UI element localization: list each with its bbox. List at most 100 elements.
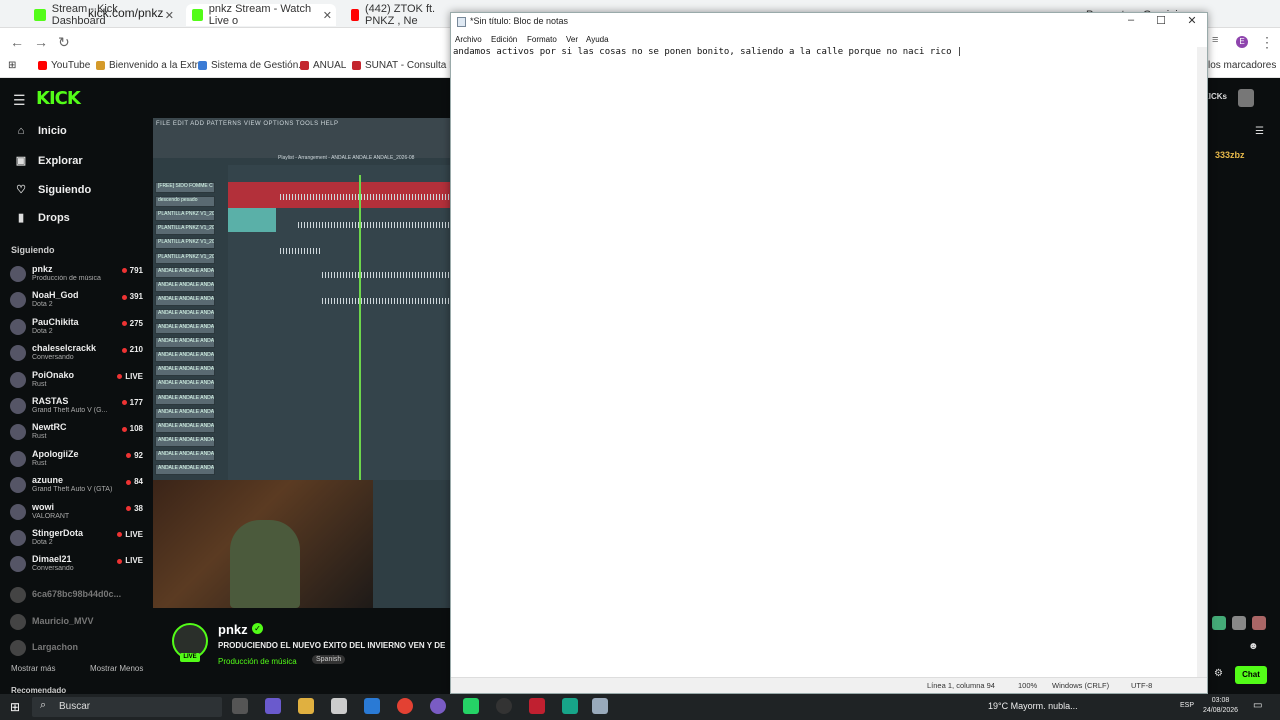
bookmarks-folder[interactable]: los marcadores xyxy=(1208,60,1276,71)
reload-icon[interactable]: ↻ xyxy=(58,34,70,51)
fl-playhead xyxy=(359,175,361,480)
kick-favicon-icon xyxy=(192,9,203,21)
close-tab-icon[interactable]: ✕ xyxy=(165,9,174,22)
menu-edicion[interactable]: Edición xyxy=(491,35,517,44)
file-explorer-icon[interactable] xyxy=(298,698,314,714)
drops-icon: ▮ xyxy=(17,212,25,224)
show-less-link[interactable]: Mostrar Menos xyxy=(90,664,143,673)
following-channel[interactable]: ApologiiZe Rust 92 xyxy=(10,447,145,473)
following-channel[interactable]: NoaH_God Dota 2 391 xyxy=(10,288,145,314)
menu-ver[interactable]: Ver xyxy=(566,35,578,44)
store-icon[interactable] xyxy=(331,698,347,714)
nav-explorar[interactable]: ▣ Explorar xyxy=(14,154,83,168)
obs-icon[interactable] xyxy=(496,698,512,714)
notepad-taskbar-icon[interactable] xyxy=(592,698,608,714)
following-channel[interactable]: NewtRC Rust 108 xyxy=(10,420,145,446)
bookmark-gestion[interactable]: Sistema de Gestión... xyxy=(198,60,307,71)
emoji-icon[interactable]: ☻ xyxy=(1248,641,1259,652)
notepad-text-area[interactable]: andamos activos por si las cosas no se p… xyxy=(453,47,962,57)
nav-inicio[interactable]: ⌂ Inicio xyxy=(14,125,67,137)
emote-icon[interactable] xyxy=(1232,616,1246,630)
app-icon[interactable] xyxy=(562,698,578,714)
bookmark-anual[interactable]: ANUAL xyxy=(300,60,346,71)
waveform xyxy=(322,298,450,304)
apps-icon[interactable]: ⊞ xyxy=(8,60,16,71)
language-tag[interactable]: Spanish xyxy=(312,655,346,664)
language-indicator[interactable]: ESP xyxy=(1180,702,1194,709)
waveform xyxy=(322,272,450,278)
windows-start-icon[interactable]: ⊞ xyxy=(10,700,20,714)
channel-name: ApologiiZe xyxy=(32,448,79,459)
following-channel[interactable]: chaleselcrackk Conversando 210 xyxy=(10,341,145,367)
maximize-button[interactable]: ☐ xyxy=(1146,14,1176,27)
following-channel[interactable]: azuune Grand Theft Auto V (GTA) 84 xyxy=(10,473,145,499)
vertical-scrollbar[interactable] xyxy=(1197,47,1207,677)
stream-category[interactable]: Producción de música xyxy=(218,657,297,666)
channel-category: Conversando xyxy=(32,354,74,362)
copilot-icon[interactable] xyxy=(265,698,281,714)
user-avatar[interactable] xyxy=(1238,89,1254,107)
chat-send-button[interactable]: Chat xyxy=(1235,666,1267,684)
emote-icon[interactable] xyxy=(1212,616,1226,630)
channel-avatar xyxy=(10,398,26,414)
offline-channel[interactable]: Largachon xyxy=(10,636,145,662)
tab-pnkz-stream[interactable]: pnkz Stream - Watch Live o ✕ xyxy=(186,3,336,27)
chat-options-icon[interactable]: ☰ xyxy=(1255,126,1264,137)
following-channel[interactable]: StingerDota Dota 2 LIVE xyxy=(10,526,145,552)
bookmark-youtube[interactable]: YouTube xyxy=(38,60,90,71)
forward-icon[interactable]: → xyxy=(34,34,48,50)
nav-drops[interactable]: ▮ Drops xyxy=(14,211,70,225)
discord-icon[interactable] xyxy=(430,698,446,714)
kick-logo[interactable]: KICK xyxy=(36,88,81,109)
fl-track-highlight xyxy=(228,208,276,232)
taskbar-clock[interactable]: 03:08 24/08/2026 xyxy=(1203,696,1238,716)
whatsapp-icon[interactable] xyxy=(463,698,479,714)
following-channel[interactable]: PoiOnako Rust LIVE xyxy=(10,368,145,394)
fl-track-row: ANDALE ANDALE ANDALE xyxy=(155,449,215,461)
menu-formato[interactable]: Formato xyxy=(527,35,557,44)
nav-siguiendo[interactable]: ♡ Siguiendo xyxy=(14,183,91,197)
emote-icon[interactable] xyxy=(1252,616,1266,630)
channel-name: NewtRC xyxy=(32,422,67,433)
streamer-name[interactable]: pnkz xyxy=(218,622,248,637)
minimize-button[interactable]: – xyxy=(1116,14,1146,26)
menu-archivo[interactable]: Archivo xyxy=(455,35,482,44)
fl-track-list: [FREE] SIDO FOMME C descendo pesado PLANTI… xyxy=(155,182,215,480)
fl-track-row: [FREE] SIDO FOMME C xyxy=(155,182,215,193)
url-field[interactable]: kick.com/pnkz xyxy=(88,6,163,20)
fl-studio-toolbar: FILE EDIT ADD PATTERNS VIEW OPTIONS TOOL… xyxy=(153,118,450,158)
following-channel[interactable]: PauChikita Dota 2 275 xyxy=(10,315,145,341)
following-channel[interactable]: wowi VALORANT 38 xyxy=(10,500,145,526)
mail-icon[interactable] xyxy=(364,698,380,714)
profile-avatar[interactable]: E xyxy=(1236,36,1248,48)
bookmark-extranet[interactable]: Bienvenido a la Extr... xyxy=(96,60,206,71)
show-more-link[interactable]: Mostrar más xyxy=(11,664,55,673)
menu-icon[interactable]: ≡ xyxy=(1212,34,1218,46)
channel-name: PoiOnako xyxy=(32,369,75,380)
weather-widget[interactable]: 19°C Mayorm. nubla... xyxy=(988,701,1078,711)
more-icon[interactable]: ⋮ xyxy=(1260,34,1274,51)
offline-channel[interactable]: 6ca678bc98b44d0c... xyxy=(10,583,145,609)
chrome-icon[interactable] xyxy=(397,698,413,714)
channel-avatar xyxy=(10,503,26,520)
following-channel[interactable]: RASTAS Grand Theft Auto V (G... 177 xyxy=(10,394,145,420)
following-channel[interactable]: Dimael21 Conversando LIVE xyxy=(10,552,145,578)
following-channel[interactable]: pnkz Producción de música 791 xyxy=(10,262,145,288)
notifications-icon[interactable]: ▭ xyxy=(1253,700,1262,711)
offline-channel[interactable]: Mauricio_MVV xyxy=(10,610,145,636)
channel-avatar xyxy=(10,424,26,441)
menu-ayuda[interactable]: Ayuda xyxy=(586,35,609,44)
waveform xyxy=(280,248,322,254)
back-icon[interactable]: ← xyxy=(10,34,24,50)
task-view-icon[interactable] xyxy=(232,698,248,714)
app-icon[interactable] xyxy=(529,698,545,714)
close-tab-icon[interactable]: ✕ xyxy=(323,9,332,22)
close-button[interactable]: ✕ xyxy=(1177,14,1207,27)
bookmark-sunat[interactable]: SUNAT - Consulta R... xyxy=(352,60,465,71)
channel-name: Mauricio_MVV xyxy=(32,615,94,626)
bookmark-icon xyxy=(198,61,207,70)
chat-username[interactable]: 333zbz xyxy=(1215,150,1245,160)
tab-youtube[interactable]: (442) ZTOK ft. PNKZ , Ne xyxy=(345,3,455,27)
hamburger-menu-icon[interactable]: ☰ xyxy=(13,92,26,109)
gear-icon[interactable]: ⚙ xyxy=(1214,668,1223,679)
